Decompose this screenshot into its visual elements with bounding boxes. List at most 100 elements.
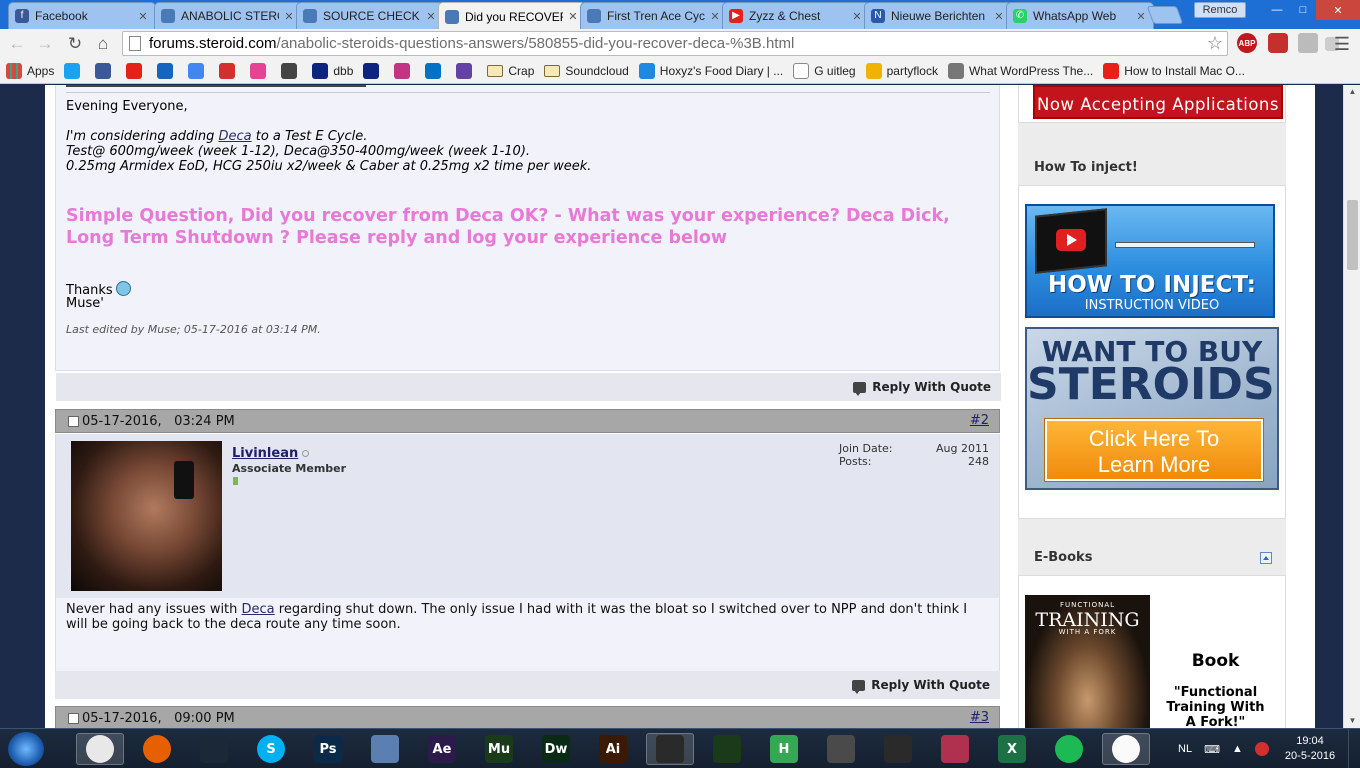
collapse-icon[interactable] [1260, 552, 1272, 564]
browser-tab[interactable]: First Tren Ace Cycle ✕ [580, 2, 728, 29]
bookmark-item[interactable] [250, 62, 271, 79]
tab-close-icon[interactable]: ✕ [425, 10, 437, 23]
post-select-checkbox[interactable] [68, 416, 79, 427]
profile-button[interactable]: Remco [1194, 2, 1246, 18]
start-button[interactable] [8, 732, 44, 766]
gmail-notifier-icon[interactable] [1254, 742, 1269, 756]
buy-steroids-ad[interactable]: WANT TO BUY STEROIDS? Click Here To Lear… [1025, 327, 1279, 490]
bookmark-item[interactable]: Hoxyz's Food Diary | ... [638, 62, 783, 79]
scroll-up-icon[interactable]: ▲ [1344, 85, 1360, 99]
clock-date: 20-5-2016 [1284, 750, 1336, 762]
bookmark-item[interactable] [126, 62, 147, 79]
browser-tab[interactable]: ▶ Zyzz & Chest ✕ [722, 2, 870, 29]
taskbar-app-photoshop[interactable]: Ps [304, 733, 352, 765]
bookmark-item[interactable] [425, 62, 446, 79]
home-icon[interactable]: ⌂ [92, 33, 114, 55]
language-indicator[interactable]: NL [1178, 743, 1192, 755]
taskbar-app-spotify[interactable] [1045, 733, 1093, 765]
post-number-link[interactable]: #2 [970, 413, 989, 428]
deca-link[interactable]: Deca [218, 129, 251, 144]
bookmark-item[interactable]: Apps [6, 62, 54, 79]
learn-more-button[interactable]: Click Here To Learn More [1045, 419, 1263, 481]
taskbar-app-rockstar[interactable] [874, 733, 922, 765]
tab-close-icon[interactable]: ✕ [851, 10, 863, 23]
bookmark-item[interactable] [219, 62, 240, 79]
tray-expand-icon[interactable]: ▲ [1232, 743, 1243, 755]
bookmark-item[interactable] [64, 62, 85, 79]
taskbar-app-firefox[interactable] [133, 733, 181, 765]
new-tab-button[interactable] [1146, 6, 1184, 24]
post-number-link[interactable]: #3 [970, 710, 989, 725]
taskbar-app-illustrator[interactable]: Ai [589, 733, 637, 765]
how-to-inject-ad[interactable]: HOW TO INJECT: INSTRUCTION VIDEO [1025, 204, 1275, 318]
close-window-icon[interactable]: ✕ [1316, 0, 1360, 20]
bookmark-item[interactable] [281, 62, 302, 79]
taskbar-app-chrome[interactable] [76, 733, 124, 765]
youtube-extension-icon[interactable] [1268, 33, 1288, 53]
username-link[interactable]: Livinlean [232, 446, 298, 461]
bookmark-item[interactable]: G uitleg [793, 62, 856, 79]
menu-icon[interactable]: ☰ [1334, 34, 1350, 55]
tab-close-icon[interactable]: ✕ [993, 10, 1005, 23]
taskbar-app-h-app[interactable]: H [760, 733, 808, 765]
bookmark-item[interactable]: Crap [487, 64, 534, 78]
bookmark-item[interactable]: Soundcloud [544, 64, 629, 78]
book-cover-image[interactable]: FUNCTIONAL TRAINING WITH A FORK [1025, 595, 1150, 728]
browser-tab[interactable]: SOURCE CHECK ✕ [296, 2, 444, 29]
address-bar[interactable]: forums.steroid.com/anabolic-steroids-que… [122, 31, 1228, 56]
reply-with-quote-button[interactable]: Reply With Quote [853, 380, 991, 396]
scroll-down-icon[interactable]: ▼ [1344, 714, 1360, 728]
taskbar-app-itunes[interactable] [1102, 733, 1150, 765]
deca-link[interactable]: Deca [242, 602, 275, 617]
taskbar-app-muse[interactable]: Mu [475, 733, 523, 765]
bookmark-star-icon[interactable]: ☆ [1207, 33, 1223, 54]
bookmark-item[interactable] [394, 62, 415, 79]
taskbar-app-nvidia[interactable] [703, 733, 751, 765]
tab-close-icon[interactable]: ✕ [137, 10, 149, 23]
bookmark-item[interactable]: partyflock [865, 62, 938, 79]
browser-tab[interactable]: ✆ WhatsApp Web ✕ [1006, 2, 1154, 29]
bookmark-item[interactable] [95, 62, 116, 79]
scrollbar-thumb[interactable] [1347, 200, 1358, 270]
bookmark-item[interactable] [363, 62, 384, 79]
maximize-icon[interactable]: □ [1290, 0, 1316, 20]
taskbar-app-dreamweaver[interactable]: Dw [532, 733, 580, 765]
page-scrollbar[interactable]: ▲ ▼ [1343, 85, 1360, 728]
browser-tab[interactable]: ANABOLIC STEROIDS ✕ [154, 2, 302, 29]
book-description[interactable]: "Functional Training With A Fork!" [1163, 685, 1268, 728]
browser-tab[interactable]: N Nieuwe Berichten ✕ [864, 2, 1012, 29]
tab-close-icon[interactable]: ✕ [283, 10, 295, 23]
tab-close-icon[interactable]: ✕ [1135, 10, 1147, 23]
bookmark-item[interactable] [157, 62, 178, 79]
avatar[interactable] [71, 441, 222, 591]
bookmark-item[interactable]: What WordPress The... [947, 62, 1093, 79]
browser-tab[interactable]: f Facebook ✕ [8, 2, 156, 29]
taskbar-app-99[interactable] [817, 733, 865, 765]
keyboard-icon[interactable]: ⌨ [1204, 743, 1220, 756]
taskbar-app-excel[interactable]: X [988, 733, 1036, 765]
browser-tab[interactable]: Did you RECOVER ✕ [438, 2, 586, 30]
now-accepting-banner[interactable]: Now Accepting Applications [1033, 85, 1283, 119]
bookmark-item[interactable]: dbb [312, 62, 353, 79]
taskbar-app-game[interactable] [931, 733, 979, 765]
clock[interactable]: 19:04 20-5-2016 [1280, 734, 1340, 764]
adblock-icon[interactable]: ABP [1237, 33, 1257, 53]
back-icon[interactable]: ← [6, 33, 28, 55]
taskbar-app-keyboard[interactable] [361, 733, 409, 765]
taskbar-app-video-editor[interactable] [646, 733, 694, 765]
taskbar-app-skype[interactable]: S [247, 733, 295, 765]
bookmark-item[interactable] [456, 62, 477, 79]
reload-icon[interactable]: ↻ [64, 33, 86, 55]
taskbar-app-steam[interactable] [190, 733, 238, 765]
post-select-checkbox[interactable] [68, 713, 79, 724]
bookmark-item[interactable] [188, 62, 209, 79]
extension-icon[interactable] [1298, 33, 1318, 53]
tab-close-icon[interactable]: ✕ [567, 10, 579, 23]
minimize-icon[interactable]: — [1264, 0, 1290, 20]
taskbar-app-after-effects[interactable]: Ae [418, 733, 466, 765]
show-desktop-button[interactable] [1348, 729, 1360, 768]
bookmark-item[interactable]: How to Install Mac O... [1103, 62, 1245, 79]
tab-close-icon[interactable]: ✕ [709, 10, 721, 23]
reply-with-quote-button[interactable]: Reply With Quote [852, 678, 990, 694]
forward-icon[interactable]: → [34, 33, 56, 55]
